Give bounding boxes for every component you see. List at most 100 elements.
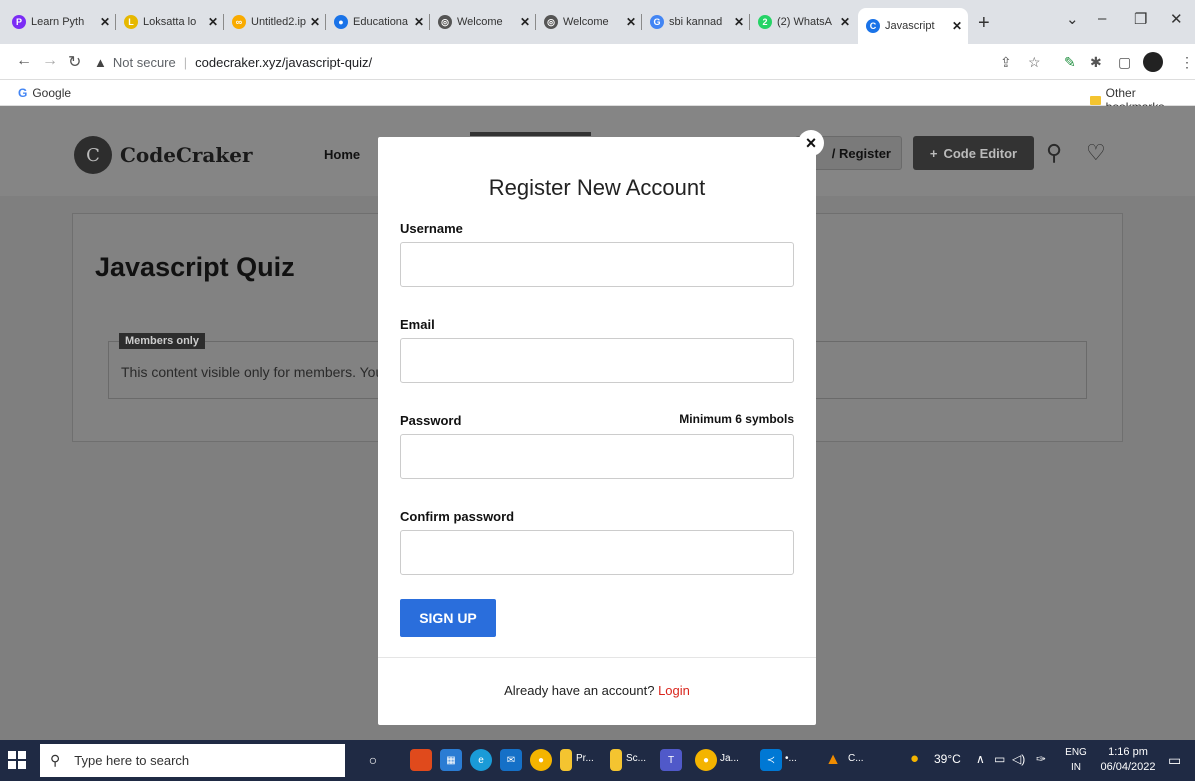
notifications-icon[interactable]: ▭ (1168, 752, 1181, 769)
password-field[interactable] (400, 434, 794, 479)
browser-tab[interactable]: ∞ Untitled2.ip ✕ (224, 8, 326, 36)
sign-up-button[interactable]: SIGN UP (400, 599, 496, 637)
weather-temp[interactable]: 39°C (934, 752, 961, 766)
tab-title: Loksatta lo (143, 16, 197, 28)
close-icon[interactable]: ✕ (414, 15, 424, 29)
tray-chevron-icon[interactable]: ∧ (976, 752, 985, 766)
cortana-icon[interactable]: ○ (362, 749, 384, 771)
windows-start-icon[interactable] (8, 751, 26, 769)
extension-pen-icon[interactable]: ✎ (1064, 54, 1076, 71)
modal-title: Register New Account (488, 175, 706, 200)
close-icon[interactable]: ✕ (952, 19, 962, 33)
close-icon[interactable]: ✕ (840, 15, 850, 29)
folder-icon[interactable] (560, 749, 572, 771)
bookmark-google[interactable]: G Google (18, 86, 71, 100)
browser-tab-active[interactable]: C Javascript ✕ (858, 8, 968, 44)
teams-icon[interactable]: T (660, 749, 682, 771)
heart-icon[interactable]: ♡ (1086, 140, 1106, 166)
codecraker-icon: C (866, 19, 880, 33)
close-icon[interactable]: ✕ (310, 15, 320, 29)
site-logo-text[interactable]: CodeCraker (120, 143, 253, 167)
bookmarks-bar: G Google Other bookmarks (0, 80, 1195, 114)
address-bar: ← → ↻ ▲ Not secure | codecraker.xyz/java… (0, 44, 1195, 80)
members-text: This content visible only for members. Y… (121, 364, 384, 380)
profile-avatar[interactable] (1143, 52, 1163, 72)
tab-title: Javascript (885, 20, 935, 32)
globe-icon: ◎ (544, 15, 558, 29)
vlc-icon[interactable]: ▲ (822, 749, 844, 771)
code-editor-button[interactable]: + Code Editor (913, 136, 1034, 170)
tab-search-icon[interactable]: ⌄ (1066, 10, 1079, 28)
browser-tab[interactable]: G sbi kannad ✕ (642, 8, 750, 36)
globe-icon: ◎ (438, 15, 452, 29)
new-tab-icon[interactable]: + (978, 12, 990, 35)
url-field[interactable]: ▲ Not secure | codecraker.xyz/javascript… (94, 49, 874, 75)
login-link[interactable]: Login (658, 683, 690, 698)
restore-icon[interactable]: ❐ (1134, 10, 1147, 28)
footer-text: Already have an account? (504, 683, 655, 698)
browser-tab[interactable]: L Loksatta lo ✕ (116, 8, 224, 36)
confirm-password-label: Confirm password (400, 509, 515, 524)
plus-icon: + (929, 145, 938, 161)
window-close-icon[interactable]: ✕ (1170, 10, 1183, 28)
chrome-icon[interactable]: ● (695, 749, 717, 771)
site-logo-icon[interactable]: C (74, 136, 112, 174)
mail-icon[interactable]: ✉ (500, 749, 522, 771)
minimize-icon[interactable]: – (1098, 10, 1106, 27)
warning-icon: ▲ (94, 54, 107, 70)
share-icon[interactable]: ⇪ (1000, 54, 1012, 71)
tab-title: Educationa (353, 16, 409, 28)
close-icon[interactable]: ✕ (520, 15, 530, 29)
folder-icon[interactable] (610, 749, 622, 771)
close-icon[interactable]: ✕ (100, 15, 110, 29)
modal-footer: Already have an account? Login (378, 683, 816, 698)
pycharm-icon: P (12, 15, 26, 29)
password-hint: Minimum 6 symbols (679, 412, 794, 426)
education-icon: ● (334, 15, 348, 29)
battery-icon[interactable]: ▭ (994, 752, 1005, 766)
menu-kebab-icon[interactable]: ⋮ (1180, 54, 1194, 71)
calculator-icon[interactable]: ▦ (440, 749, 462, 771)
edge-icon[interactable]: e (470, 749, 492, 771)
extensions-puzzle-icon[interactable]: ✱ (1090, 54, 1102, 71)
email-field[interactable] (400, 338, 794, 383)
tab-title: Untitled2.ip (251, 16, 306, 28)
browser-tab[interactable]: ◎ Welcome ✕ (536, 8, 642, 36)
browser-tab[interactable]: ● Educationa ✕ (326, 8, 430, 36)
browser-tab-strip: P Learn Pyth ✕ L Loksatta lo ✕ ∞ Untitle… (0, 0, 1195, 44)
weather-sun-icon[interactable]: ● (910, 750, 919, 767)
google-icon: G (650, 15, 664, 29)
forward-icon[interactable]: → (42, 52, 58, 70)
language-indicator[interactable]: ENG IN (1060, 745, 1092, 775)
search-icon[interactable]: ⚲ (1046, 140, 1062, 166)
tab-title: sbi kannad (669, 16, 723, 28)
back-icon[interactable]: ← (16, 52, 32, 70)
side-panel-icon[interactable]: ▢ (1118, 54, 1131, 71)
page-title: Javascript Quiz (95, 252, 295, 282)
security-label: Not secure (112, 54, 176, 70)
volume-icon[interactable]: ◁) (1012, 752, 1025, 766)
taskbar-search-input[interactable]: ⚲ Type here to search (40, 744, 345, 777)
close-icon[interactable]: ✕ (208, 15, 218, 29)
close-icon[interactable]: ✕ (734, 15, 744, 29)
taskbar-app-label: C... (848, 753, 864, 764)
register-modal: Register New Account Username Email Pass… (378, 137, 816, 725)
username-field[interactable] (400, 242, 794, 287)
chrome-icon[interactable]: ● (530, 749, 552, 771)
browser-tab[interactable]: 2 (2) WhatsA ✕ (750, 8, 856, 36)
confirm-password-field[interactable] (400, 530, 794, 575)
office-icon[interactable] (410, 749, 432, 771)
clock[interactable]: 1:16 pm 06/04/2022 (1098, 745, 1158, 775)
tab-title: Welcome (457, 16, 503, 28)
browser-tab[interactable]: P Learn Pyth ✕ (4, 8, 116, 36)
browser-tab[interactable]: ◎ Welcome ✕ (430, 8, 536, 36)
pen-icon[interactable]: ✑ (1036, 752, 1046, 766)
nav-home[interactable]: Home (324, 147, 360, 162)
modal-close-button[interactable]: × (798, 130, 824, 156)
tab-title: (2) WhatsA (777, 16, 833, 28)
bookmark-star-icon[interactable]: ☆ (1028, 54, 1041, 71)
close-icon[interactable]: ✕ (626, 15, 636, 29)
whatsapp-icon: 2 (758, 15, 772, 29)
vscode-icon[interactable]: ≺ (760, 749, 782, 771)
reload-icon[interactable]: ↻ (68, 52, 81, 72)
